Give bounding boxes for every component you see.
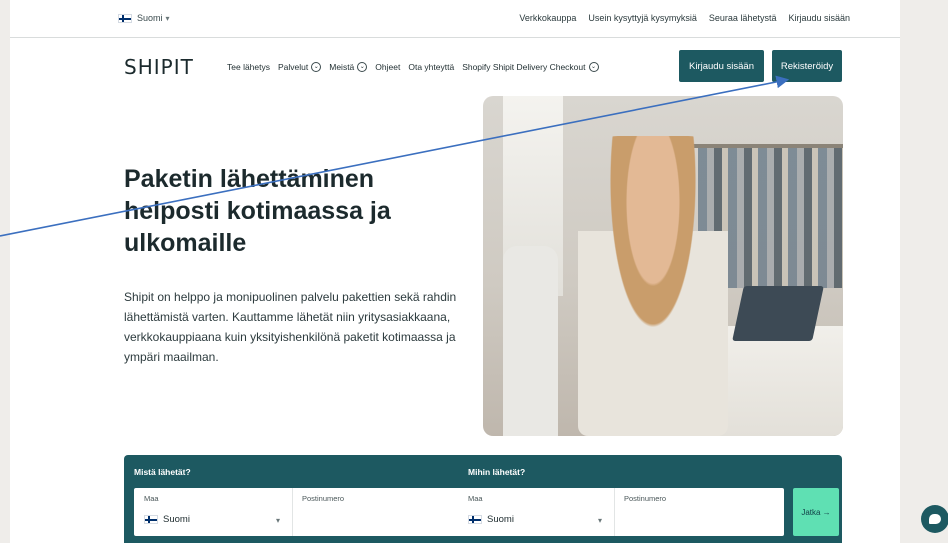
shipment-form: Mistä lähetät? Mihin lähetät? Maa Suomi … xyxy=(124,455,842,543)
utility-links: Verkkokauppa Usein kysyttyjä kysymyksiä … xyxy=(519,13,850,23)
from-fields: Maa Suomi ▾ Postinumero xyxy=(134,488,460,536)
link-track-shipment[interactable]: Seuraa lähetystä xyxy=(709,13,777,23)
login-button[interactable]: Kirjaudu sisään xyxy=(679,50,764,82)
from-heading: Mistä lähetät? xyxy=(134,467,191,477)
chat-icon xyxy=(929,514,941,524)
hero-description: Shipit on helppo ja monipuolinen palvelu… xyxy=(124,290,457,364)
from-country-label: Maa xyxy=(144,494,159,503)
finland-flag-icon xyxy=(468,515,482,524)
nav-item-label: Meistä xyxy=(329,62,355,72)
nav-item-make-shipment[interactable]: Tee lähetys xyxy=(227,62,270,72)
chevron-down-icon: ▾ xyxy=(276,516,281,525)
register-button[interactable]: Rekisteröidy xyxy=(772,50,842,82)
nav-item-label: Shopify Shipit Delivery Checkout xyxy=(462,62,586,72)
chevron-down-icon: ▾ xyxy=(598,516,603,525)
page: Suomi ▾ Verkkokauppa Usein kysyttyjä kys… xyxy=(10,0,900,543)
field-divider xyxy=(614,488,615,536)
link-webshop[interactable]: Verkkokauppa xyxy=(519,13,576,23)
nav-item-shopify[interactable]: Shopify Shipit Delivery Checkout ⌄ xyxy=(462,62,599,72)
utility-bar: Suomi ▾ Verkkokauppa Usein kysyttyjä kys… xyxy=(10,0,900,38)
link-login[interactable]: Kirjaudu sisään xyxy=(788,13,850,23)
to-postal-label: Postinumero xyxy=(624,494,667,503)
to-country-text: Suomi xyxy=(487,514,514,525)
nav-item-label: Palvelut xyxy=(278,62,309,72)
nav-item-label: Tee lähetys xyxy=(227,62,270,72)
nav-item-label: Ohjeet xyxy=(375,62,401,72)
nav-item-label: Ota yhteyttä xyxy=(408,62,455,72)
chevron-down-icon: ⌄ xyxy=(311,62,322,72)
nav-item-guides[interactable]: Ohjeet xyxy=(375,62,400,72)
main-nav: Tee lähetys Palvelut ⌄ Meistä ⌄ Ohjeet Ota… xyxy=(227,62,599,72)
to-heading: Mihin lähetät? xyxy=(468,467,526,477)
from-country-text: Suomi xyxy=(163,514,190,525)
continue-button[interactable]: Jatka → xyxy=(793,488,839,536)
field-divider xyxy=(292,488,293,536)
chevron-down-icon: ▾ xyxy=(165,13,170,23)
hero-image-laptop xyxy=(732,286,824,341)
to-fields: Maa Suomi ▾ Postinumero xyxy=(456,488,784,536)
to-country-value: Suomi xyxy=(468,514,514,525)
chevron-down-icon: ⌄ xyxy=(357,62,368,72)
nav-item-services[interactable]: Palvelut ⌄ xyxy=(278,62,322,72)
finland-flag-icon xyxy=(118,13,132,23)
chat-button[interactable] xyxy=(921,505,948,533)
shipit-logo[interactable]: SHIPIT xyxy=(124,55,194,79)
to-country-label: Maa xyxy=(468,494,483,503)
hero-image xyxy=(483,96,843,436)
finland-flag-icon xyxy=(144,515,158,524)
hero-image-person xyxy=(578,136,728,436)
hero-title: Paketin lähettäminen helposti kotimaassa… xyxy=(124,165,391,257)
nav-item-about[interactable]: Meistä ⌄ xyxy=(329,62,368,72)
language-label: Suomi xyxy=(137,13,163,23)
link-faq[interactable]: Usein kysyttyjä kysymyksiä xyxy=(588,13,697,23)
from-country-value: Suomi xyxy=(144,514,190,525)
from-postal-label: Postinumero xyxy=(302,494,345,503)
chevron-down-icon: ⌄ xyxy=(588,62,599,72)
language-selector[interactable]: Suomi ▾ xyxy=(118,13,170,23)
hero-image-chair xyxy=(503,246,558,436)
nav-item-contact[interactable]: Ota yhteyttä xyxy=(408,62,454,72)
